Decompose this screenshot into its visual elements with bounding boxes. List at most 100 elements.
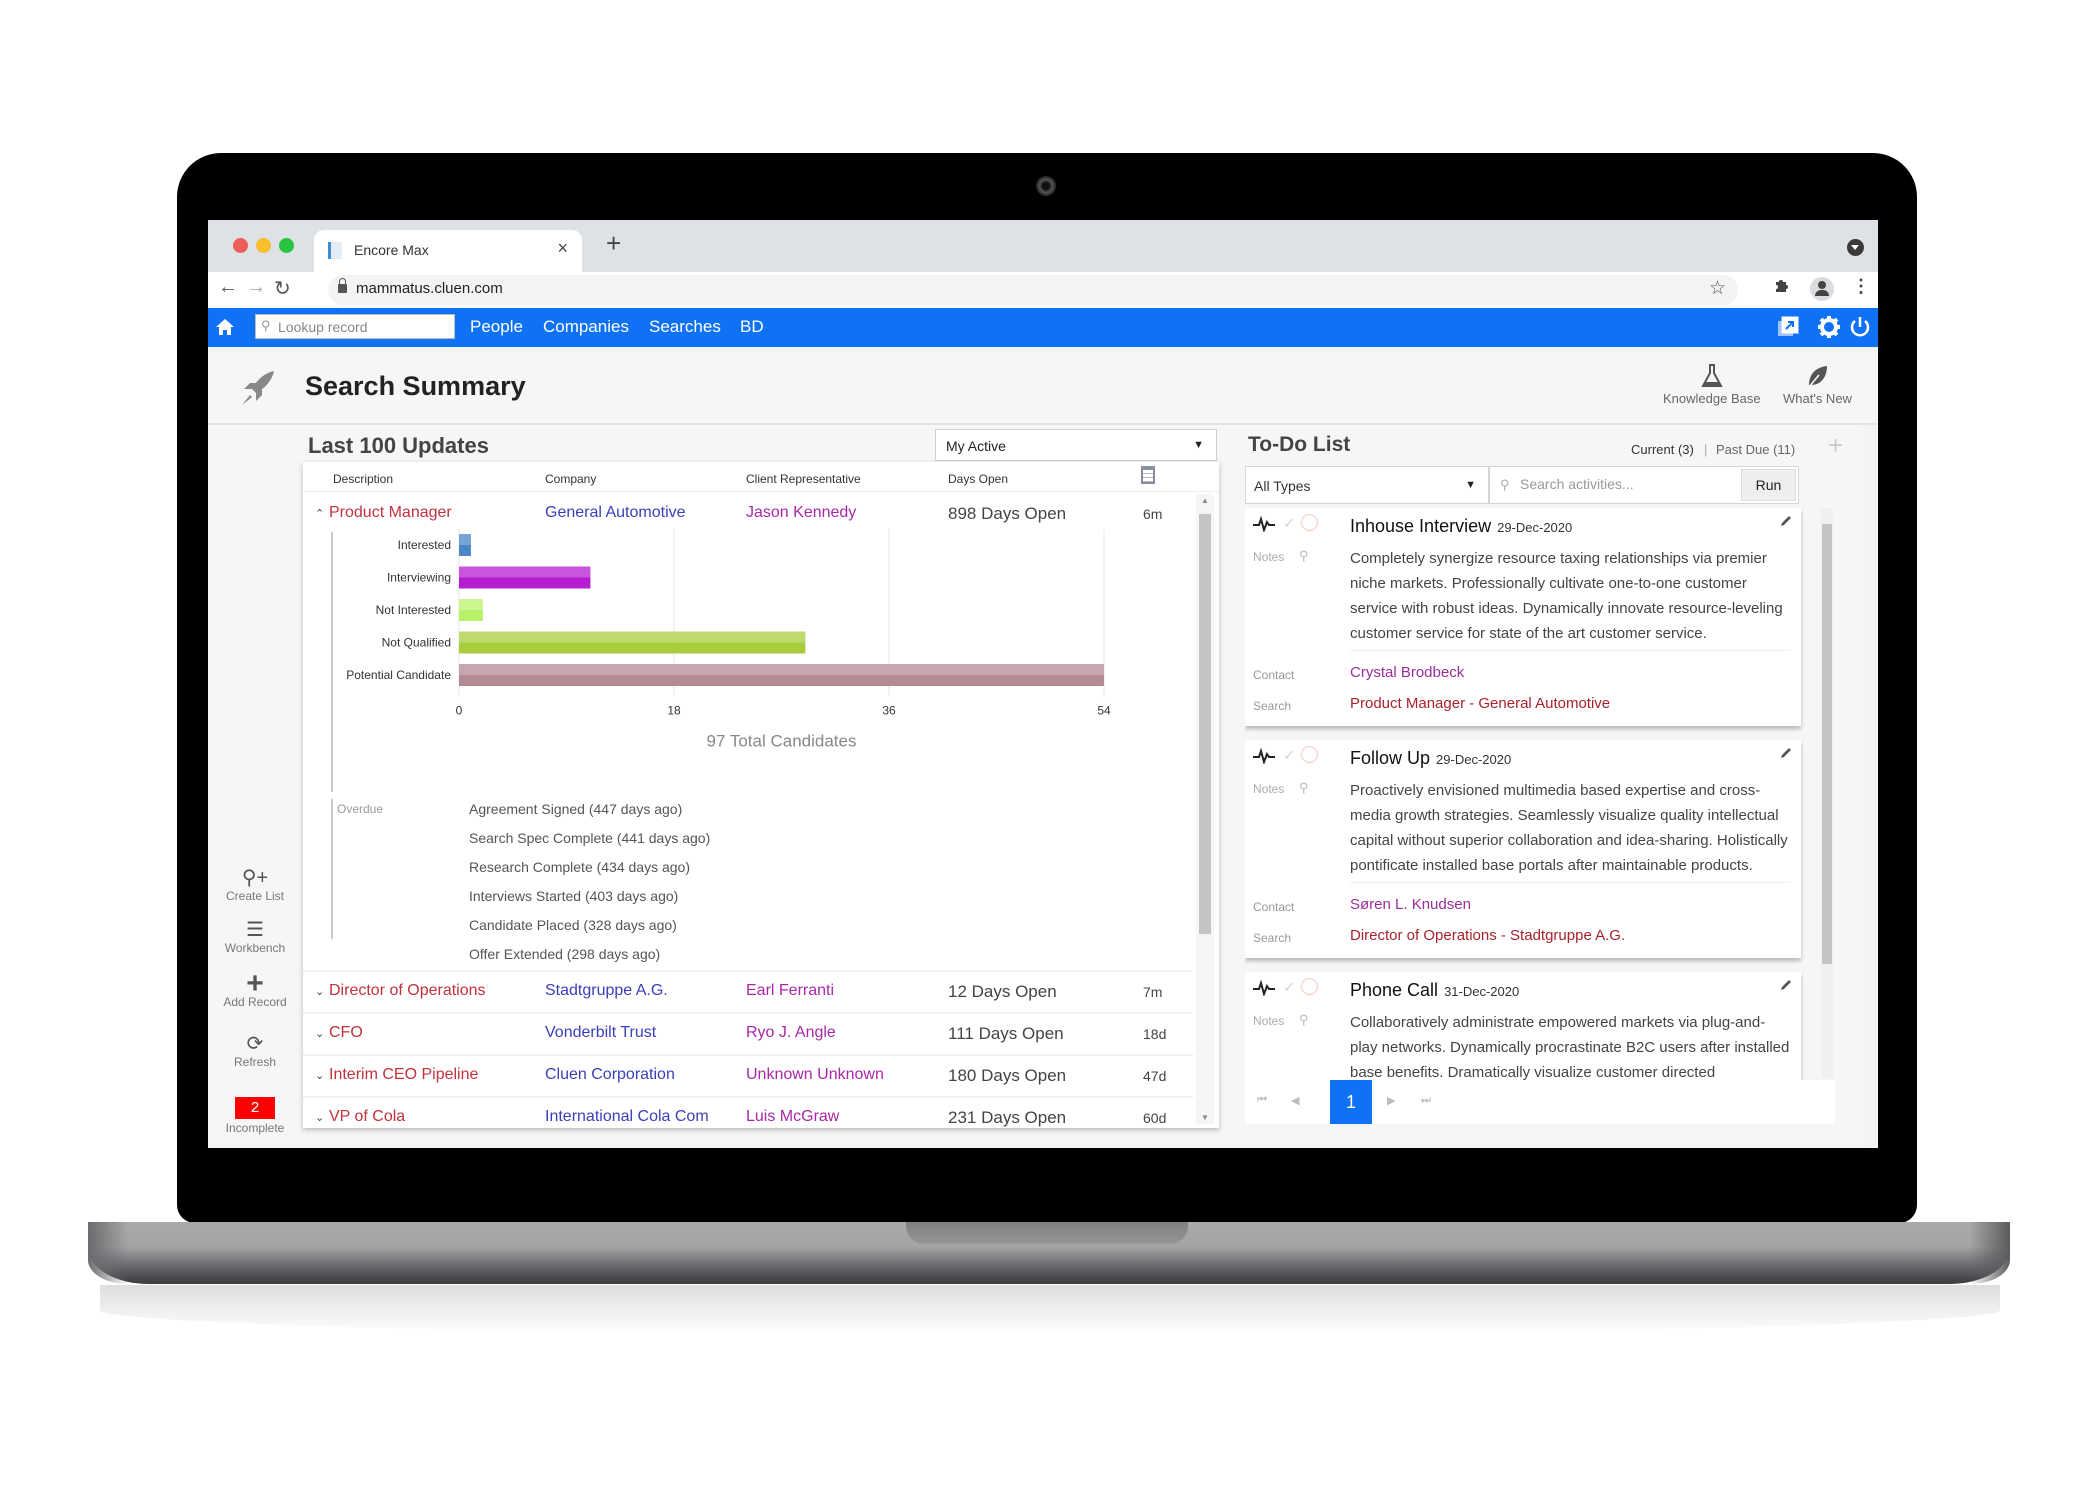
updates-scrollbar[interactable]: ▲ ▼ [1196, 494, 1214, 1124]
activity-search-input[interactable] [1520, 476, 1710, 492]
nav-searches[interactable]: Searches [649, 317, 721, 337]
edit-pencil-icon[interactable] [1779, 978, 1793, 992]
extensions-icon[interactable] [1773, 276, 1791, 299]
refresh-button[interactable]: ⟳ Refresh [220, 1034, 290, 1069]
activity-type-select[interactable]: All Types ▼ [1245, 466, 1489, 504]
url-field[interactable]: mammatus.cluen.com ☆ [328, 275, 1738, 305]
power-icon[interactable] [1848, 315, 1872, 339]
chevron-down-icon: ▼ [1193, 439, 1204, 451]
external-window-icon[interactable] [1776, 315, 1800, 339]
notes-search-icon[interactable]: ⚲ [1299, 548, 1309, 564]
maximize-window-button[interactable] [279, 238, 294, 253]
row-description[interactable]: ⌄ CFO [315, 1024, 363, 1042]
alert-icon[interactable] [1301, 514, 1318, 531]
run-button[interactable]: Run [1741, 469, 1796, 501]
todo-scrollbar[interactable] [1821, 508, 1833, 1078]
row-client-rep[interactable]: Ryo J. Angle [746, 1024, 836, 1042]
forward-icon[interactable]: → [246, 276, 266, 299]
home-icon[interactable] [215, 317, 235, 337]
table-row[interactable]: ⌄ Director of Operations Stadtgruppe A.G.… [303, 972, 1193, 1014]
lookup-record-field[interactable]: ⚲ [255, 314, 455, 339]
todo-card[interactable]: ✓ Inhouse Interview 29-Dec-2020 Notes ⚲ C… [1245, 508, 1801, 726]
row-company[interactable]: Cluen Corporation [545, 1066, 675, 1084]
close-window-button[interactable] [233, 238, 248, 253]
table-row[interactable]: ⌄ Interim CEO Pipeline Cluen Corporation … [303, 1056, 1193, 1098]
alert-icon[interactable] [1301, 746, 1318, 763]
row-description[interactable]: ⌄ Interim CEO Pipeline [315, 1066, 478, 1084]
table-row[interactable]: ⌃ Product Manager General Automotive Jaso… [303, 494, 1193, 972]
todo-scroll-thumb[interactable] [1822, 524, 1832, 964]
chevron-down-icon[interactable]: ⌄ [315, 1111, 329, 1124]
prev-page-icon[interactable]: ◀ [1291, 1094, 1299, 1107]
scroll-up-icon[interactable]: ▲ [1201, 496, 1209, 505]
x-tick-label: 18 [667, 704, 681, 718]
todo-search-link[interactable]: Product Manager - General Automotive [1350, 695, 1610, 712]
row-client-rep[interactable]: Earl Ferranti [746, 982, 834, 1000]
complete-check-icon[interactable]: ✓ [1283, 514, 1296, 532]
reload-icon[interactable]: ↻ [274, 276, 291, 301]
column-days-open[interactable]: Days Open [948, 472, 1008, 486]
column-client-representative[interactable]: Client Representative [746, 472, 861, 486]
browser-menu-icon[interactable]: ⋮ [1852, 276, 1870, 297]
bookmark-star-icon[interactable]: ☆ [1709, 277, 1726, 300]
new-tab-button[interactable]: + [606, 230, 621, 256]
chevron-down-icon[interactable]: ⌄ [315, 1069, 329, 1082]
add-todo-icon[interactable]: + [1828, 430, 1843, 461]
column-company[interactable]: Company [545, 472, 596, 486]
chevron-down-icon[interactable]: ⌄ [315, 985, 329, 998]
nav-people[interactable]: People [470, 317, 523, 337]
row-description[interactable]: ⌄ Director of Operations [315, 982, 486, 1000]
back-icon[interactable]: ← [218, 276, 238, 299]
updates-title: Last 100 Updates [308, 433, 489, 458]
milestone-item: Research Complete (434 days ago) [469, 859, 691, 875]
calendar-icon[interactable] [1141, 466, 1155, 484]
chevron-down-icon[interactable]: ⌄ [315, 1027, 329, 1040]
row-client-rep[interactable]: Luis McGraw [746, 1108, 839, 1126]
todo-current-tab[interactable]: Current (3) [1631, 442, 1694, 457]
notes-search-icon[interactable]: ⚲ [1299, 1012, 1309, 1028]
alert-icon[interactable] [1301, 978, 1318, 995]
row-client-rep[interactable]: Unknown Unknown [746, 1066, 884, 1084]
settings-gear-icon[interactable] [1817, 315, 1841, 339]
workbench-button[interactable]: ☰ Workbench [220, 920, 290, 955]
browser-tab[interactable]: Encore Max × [314, 230, 582, 272]
table-row[interactable]: ⌄ CFO Vonderbilt Trust Ryo J. Angle 111 D… [303, 1014, 1193, 1056]
minimize-window-button[interactable] [256, 238, 271, 253]
todo-search-link[interactable]: Director of Operations - Stadtgruppe A.G… [1350, 927, 1625, 944]
next-page-icon[interactable]: ▶ [1387, 1094, 1395, 1107]
knowledge-base-button[interactable]: Knowledge Base [1663, 363, 1761, 406]
table-row[interactable]: ⌄ VP of Cola International Cola Com Luis … [303, 1098, 1193, 1128]
updates-filter-select[interactable]: My Active ▼ [935, 429, 1217, 461]
first-page-icon[interactable]: ⏮ [1257, 1094, 1267, 1107]
lookup-record-input[interactable] [278, 317, 448, 336]
row-company[interactable]: International Cola Com [545, 1108, 709, 1126]
complete-check-icon[interactable]: ✓ [1283, 978, 1296, 996]
todo-contact-link[interactable]: Søren L. Knudsen [1350, 896, 1471, 913]
nav-bd[interactable]: BD [740, 317, 764, 337]
create-list-button[interactable]: ⚲+ Create List [220, 868, 290, 903]
row-description[interactable]: ⌄ VP of Cola [315, 1108, 405, 1126]
edit-pencil-icon[interactable] [1779, 746, 1793, 760]
tab-close-icon[interactable]: × [557, 238, 568, 259]
notes-search-icon[interactable]: ⚲ [1299, 780, 1309, 796]
complete-check-icon[interactable]: ✓ [1283, 746, 1296, 764]
add-record-button[interactable]: + Add Record [220, 969, 290, 1010]
page-scrollbar[interactable] [1863, 425, 1878, 1148]
todo-card[interactable]: ✓ Phone Call 31-Dec-2020 Notes ⚲ Collabor… [1245, 972, 1801, 1080]
profile-avatar-icon[interactable] [1810, 277, 1834, 301]
todo-past-due-tab[interactable]: Past Due (11) [1716, 442, 1795, 457]
whats-new-button[interactable]: What's New [1783, 363, 1852, 406]
page-current-button[interactable]: 1 [1330, 1080, 1372, 1124]
last-page-icon[interactable]: ⏭ [1421, 1094, 1431, 1107]
row-company[interactable]: Vonderbilt Trust [545, 1024, 656, 1042]
todo-card[interactable]: ✓ Follow Up 29-Dec-2020 Notes ⚲ Proactive… [1245, 740, 1801, 958]
edit-pencil-icon[interactable] [1779, 514, 1793, 528]
incomplete-button[interactable]: 2 Incomplete [220, 1097, 290, 1135]
tab-search-icon[interactable] [1847, 239, 1864, 256]
todo-contact-link[interactable]: Crystal Brodbeck [1350, 664, 1464, 681]
nav-companies[interactable]: Companies [543, 317, 629, 337]
scroll-down-icon[interactable]: ▼ [1201, 1113, 1209, 1122]
row-company[interactable]: Stadtgruppe A.G. [545, 982, 668, 1000]
updates-scroll-thumb[interactable] [1199, 514, 1211, 934]
column-description[interactable]: Description [333, 472, 393, 486]
